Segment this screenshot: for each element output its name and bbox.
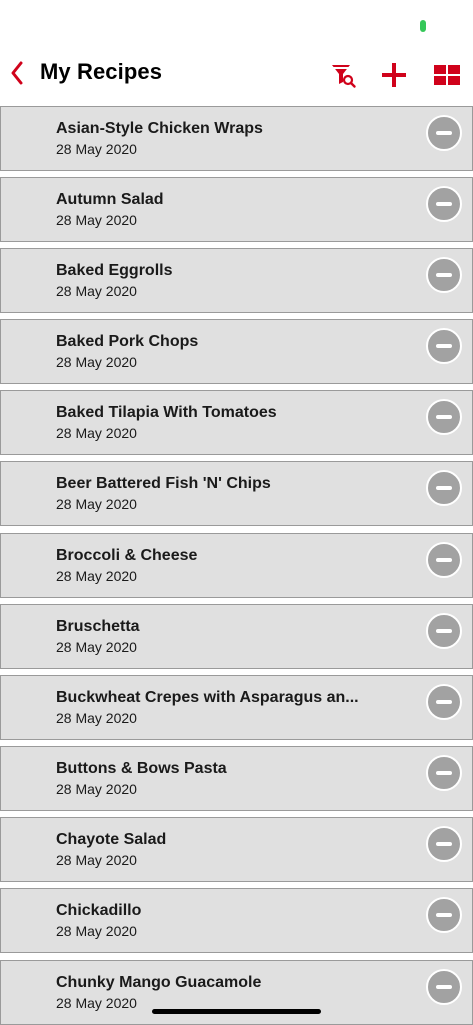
recipe-row[interactable]: Buttons & Bows Pasta 28 May 2020 bbox=[0, 746, 473, 811]
add-recipe-button[interactable] bbox=[379, 60, 409, 90]
remove-recipe-button[interactable] bbox=[426, 613, 462, 649]
recipe-title: Buttons & Bows Pasta bbox=[56, 760, 227, 777]
recipe-row[interactable]: Asian-Style Chicken Wraps 28 May 2020 bbox=[0, 106, 473, 171]
recipe-date: 28 May 2020 bbox=[56, 212, 137, 228]
recipe-row[interactable]: Bruschetta 28 May 2020 bbox=[0, 604, 473, 669]
minus-icon bbox=[436, 415, 452, 419]
remove-recipe-button[interactable] bbox=[426, 897, 462, 933]
recipe-date: 28 May 2020 bbox=[56, 496, 137, 512]
minus-icon bbox=[436, 700, 452, 704]
minus-icon bbox=[436, 771, 452, 775]
recipe-title: Chayote Salad bbox=[56, 831, 167, 848]
recipe-title: Baked Eggrolls bbox=[56, 262, 173, 279]
minus-icon bbox=[436, 913, 452, 917]
remove-recipe-button[interactable] bbox=[426, 257, 462, 293]
remove-recipe-button[interactable] bbox=[426, 399, 462, 435]
recipe-title: Chickadillo bbox=[56, 902, 142, 919]
recipe-title: Beer Battered Fish 'N' Chips bbox=[56, 475, 271, 492]
recipe-date: 28 May 2020 bbox=[56, 568, 137, 584]
minus-icon bbox=[436, 486, 452, 490]
recipe-row[interactable]: Baked Pork Chops 28 May 2020 bbox=[0, 319, 473, 384]
filter-search-icon bbox=[332, 65, 356, 88]
recipe-date: 28 May 2020 bbox=[56, 425, 137, 441]
remove-recipe-button[interactable] bbox=[426, 684, 462, 720]
recipe-title: Baked Pork Chops bbox=[56, 333, 199, 350]
minus-icon bbox=[436, 842, 452, 846]
recipe-title: Baked Tilapia With Tomatoes bbox=[56, 404, 277, 421]
minus-icon bbox=[436, 629, 452, 633]
recipe-date: 28 May 2020 bbox=[56, 354, 137, 370]
recipe-date: 28 May 2020 bbox=[56, 710, 137, 726]
page-title: My Recipes bbox=[40, 59, 163, 84]
remove-recipe-button[interactable] bbox=[426, 115, 462, 151]
recipe-row[interactable]: Baked Tilapia With Tomatoes 28 May 2020 bbox=[0, 390, 473, 455]
remove-recipe-button[interactable] bbox=[426, 755, 462, 791]
recipe-row[interactable]: Buckwheat Crepes with Asparagus an... 28… bbox=[0, 675, 473, 740]
recipe-row[interactable]: Broccoli & Cheese 28 May 2020 bbox=[0, 533, 473, 598]
battery-indicator bbox=[420, 20, 426, 32]
recipe-title: Broccoli & Cheese bbox=[56, 547, 198, 564]
status-bar bbox=[0, 0, 473, 50]
remove-recipe-button[interactable] bbox=[426, 328, 462, 364]
plus-icon bbox=[382, 63, 406, 87]
remove-recipe-button[interactable] bbox=[426, 969, 462, 1005]
recipe-title: Bruschetta bbox=[56, 618, 140, 635]
filter-search-button[interactable] bbox=[329, 60, 359, 90]
recipe-row[interactable]: Baked Eggrolls 28 May 2020 bbox=[0, 248, 473, 313]
remove-recipe-button[interactable] bbox=[426, 470, 462, 506]
recipe-date: 28 May 2020 bbox=[56, 781, 137, 797]
recipe-date: 28 May 2020 bbox=[56, 995, 137, 1011]
remove-recipe-button[interactable] bbox=[426, 826, 462, 862]
grid-view-button[interactable] bbox=[432, 60, 462, 90]
recipe-date: 28 May 2020 bbox=[56, 852, 137, 868]
minus-icon bbox=[436, 131, 452, 135]
recipe-row[interactable]: Autumn Salad 28 May 2020 bbox=[0, 177, 473, 242]
chevron-left-icon bbox=[11, 61, 23, 85]
recipe-date: 28 May 2020 bbox=[56, 639, 137, 655]
recipe-title: Chunky Mango Guacamole bbox=[56, 974, 262, 991]
back-button[interactable] bbox=[6, 58, 32, 88]
recipe-title: Autumn Salad bbox=[56, 191, 164, 208]
recipe-row[interactable]: Chunky Mango Guacamole 28 May 2020 bbox=[0, 960, 473, 1025]
remove-recipe-button[interactable] bbox=[426, 542, 462, 578]
minus-icon bbox=[436, 985, 452, 989]
minus-icon bbox=[436, 558, 452, 562]
recipe-row[interactable]: Chayote Salad 28 May 2020 bbox=[0, 817, 473, 882]
recipe-title: Buckwheat Crepes with Asparagus an... bbox=[56, 689, 359, 706]
recipe-row[interactable]: Chickadillo 28 May 2020 bbox=[0, 888, 473, 953]
navigation-bar: My Recipes bbox=[0, 50, 473, 106]
recipe-date: 28 May 2020 bbox=[56, 283, 137, 299]
minus-icon bbox=[436, 273, 452, 277]
minus-icon bbox=[436, 344, 452, 348]
recipe-date: 28 May 2020 bbox=[56, 923, 137, 939]
recipe-date: 28 May 2020 bbox=[56, 141, 137, 157]
grid-view-icon bbox=[434, 65, 460, 85]
minus-icon bbox=[436, 202, 452, 206]
recipe-row[interactable]: Beer Battered Fish 'N' Chips 28 May 2020 bbox=[0, 461, 473, 526]
recipe-title: Asian-Style Chicken Wraps bbox=[56, 120, 263, 137]
remove-recipe-button[interactable] bbox=[426, 186, 462, 222]
home-indicator bbox=[152, 1009, 321, 1014]
